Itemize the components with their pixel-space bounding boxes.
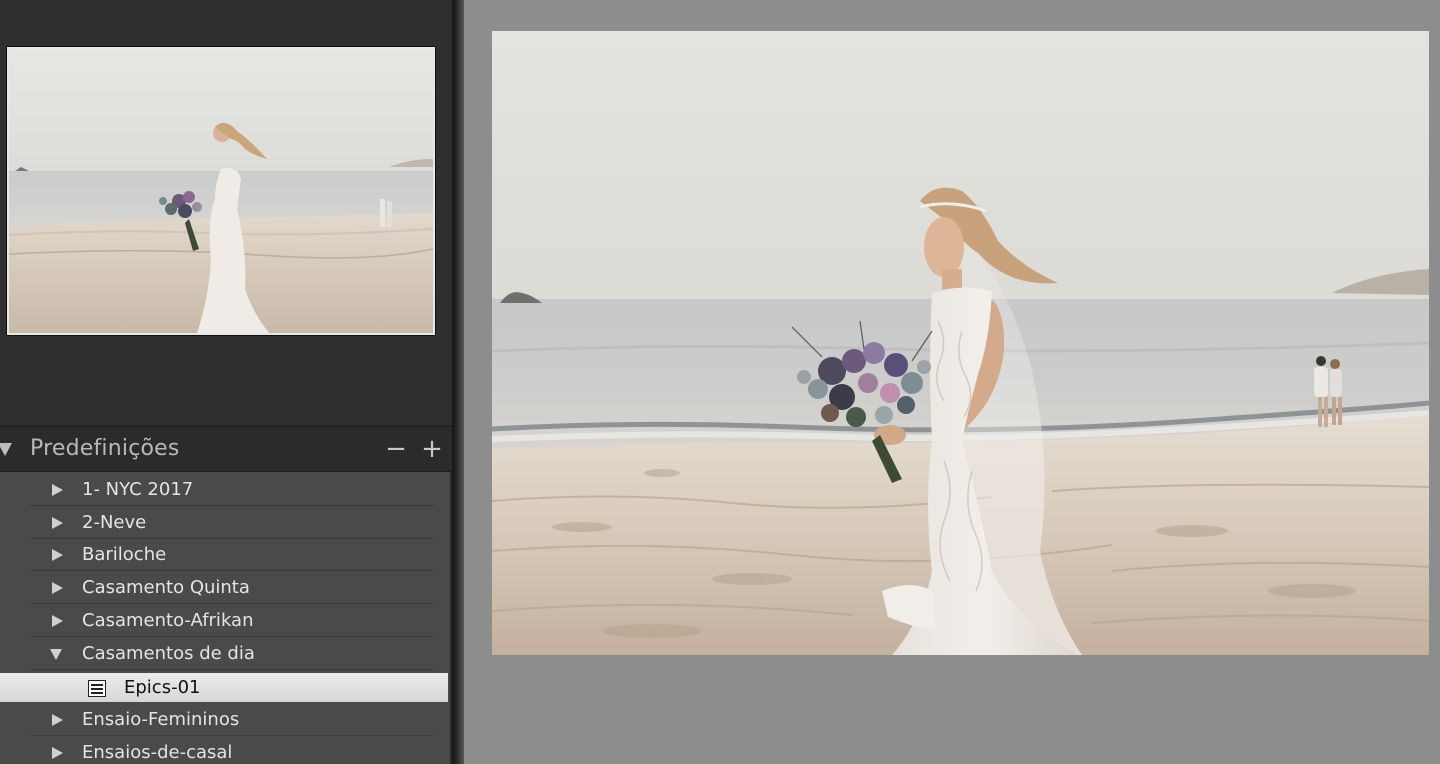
triangle-right-icon[interactable] (52, 582, 63, 594)
row-divider (30, 570, 434, 571)
preset-folder-1-nyc-2017[interactable]: 1- NYC 2017 (0, 474, 448, 506)
preset-folder-label: 2-Neve (82, 512, 147, 533)
preset-list-icon (88, 680, 106, 697)
preset-folder-label: Casamento Quinta (82, 577, 250, 598)
row-divider (30, 505, 434, 506)
preset-folder-ensaio-femininos[interactable]: Ensaio-Femininos (0, 704, 448, 736)
triangle-right-icon[interactable] (52, 714, 63, 726)
navigator-preview[interactable] (6, 46, 436, 336)
triangle-right-icon[interactable] (52, 747, 63, 759)
preset-folder-label: Ensaios-de-casal (82, 742, 233, 763)
preset-epics-01[interactable]: Epics-01 (0, 673, 448, 702)
left-panel: Predefinições − + 1- NYC 2017 2-Neve Bar… (0, 0, 452, 764)
collapse-triangle-icon[interactable] (0, 443, 12, 456)
triangle-right-icon[interactable] (52, 549, 63, 561)
preset-folder-2-neve[interactable]: 2-Neve (0, 507, 448, 539)
preset-folder-label: Ensaio-Femininos (82, 709, 240, 730)
navigator-panel (0, 0, 452, 427)
remove-preset-button[interactable]: − (384, 433, 408, 465)
preset-folder-label: 1- NYC 2017 (82, 479, 194, 500)
preset-folder-label: Bariloche (82, 544, 167, 565)
triangle-right-icon[interactable] (52, 517, 63, 529)
preset-folder-ensaios-de-casal[interactable]: Ensaios-de-casal (0, 737, 448, 764)
preset-list: 1- NYC 2017 2-Neve Bariloche Casamento Q… (0, 472, 452, 764)
preset-folder-casamentos-de-dia[interactable]: Casamentos de dia (0, 638, 448, 670)
add-preset-button[interactable]: + (420, 433, 444, 465)
preset-label: Epics-01 (124, 677, 201, 698)
row-divider (30, 669, 434, 670)
preset-folder-casamento-afrikan[interactable]: Casamento-Afrikan (0, 605, 448, 637)
row-divider (30, 735, 434, 736)
navigator-preview-image (9, 49, 433, 333)
main-photo-image (492, 31, 1429, 655)
triangle-right-icon[interactable] (52, 615, 63, 627)
row-divider (30, 636, 434, 637)
panel-resize-divider[interactable] (452, 0, 464, 764)
triangle-down-icon[interactable] (50, 649, 62, 660)
preset-folder-label: Casamento-Afrikan (82, 610, 254, 631)
presets-panel-title: Predefinições (30, 436, 180, 461)
preset-folder-label: Casamentos de dia (82, 643, 255, 664)
row-divider (30, 603, 434, 604)
main-photo-view[interactable] (492, 31, 1429, 655)
preset-folder-bariloche[interactable]: Bariloche (0, 539, 448, 571)
preset-folder-casamento-quinta[interactable]: Casamento Quinta (0, 572, 448, 604)
triangle-right-icon[interactable] (52, 484, 63, 496)
